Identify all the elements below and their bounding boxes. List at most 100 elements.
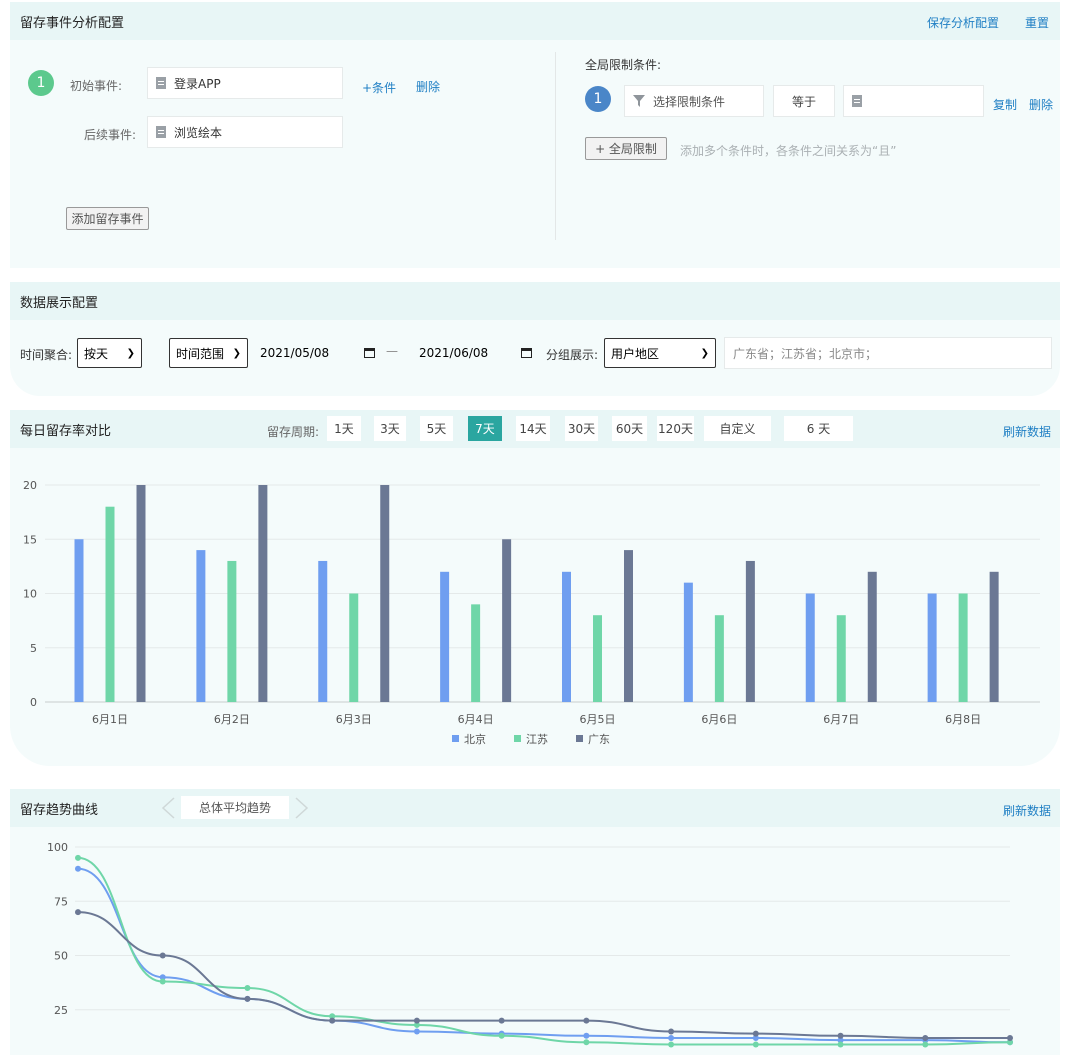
chevron-down-icon: ❯: [126, 347, 135, 359]
period-custom-button[interactable]: 自定义: [704, 416, 771, 441]
refresh-daily-link[interactable]: 刷新数据: [1003, 423, 1051, 440]
trend-point: [668, 1041, 675, 1048]
trend-point: [498, 1017, 505, 1024]
bar-江苏: [958, 593, 968, 702]
x-tick-label: 6月4日: [458, 713, 494, 726]
bar-广东: [258, 485, 268, 702]
bar-北京: [927, 593, 937, 702]
y-tick-label: 0: [30, 696, 37, 709]
trend-point: [837, 1041, 844, 1048]
reset-link[interactable]: 重置: [1025, 14, 1049, 31]
time-agg-label: 时间聚合:: [20, 348, 73, 362]
period-1d-button[interactable]: 1天: [327, 416, 361, 441]
time-agg-select[interactable]: 按天 ❯: [77, 338, 142, 368]
trend-point: [583, 1032, 590, 1039]
trend-point: [922, 1034, 929, 1041]
delete-event-link[interactable]: 删除: [416, 78, 440, 95]
bar-北京: [196, 550, 206, 702]
legend-swatch: [514, 735, 521, 742]
trend-point: [413, 1017, 420, 1024]
save-config-link[interactable]: 保存分析配置: [927, 14, 999, 31]
legend-label: 北京: [464, 732, 486, 746]
next-arrow-icon[interactable]: [292, 797, 310, 819]
bar-广东: [136, 485, 146, 702]
trend-selector[interactable]: 总体平均趋势: [181, 796, 289, 819]
period-3d-button[interactable]: 3天: [374, 416, 406, 441]
bar-广东: [867, 571, 877, 702]
copy-condition-link[interactable]: 复制: [993, 96, 1017, 113]
x-tick-label: 6月7日: [823, 713, 859, 726]
operator-select[interactable]: 等于: [773, 85, 835, 117]
end-date-input[interactable]: 2021/06/08: [419, 338, 532, 368]
bar-江苏: [471, 604, 481, 702]
range-select-value: 时间范围: [176, 346, 225, 361]
y-tick-label: 100: [47, 841, 68, 854]
initial-event-value: 登录APP: [174, 76, 221, 91]
trend-point: [75, 909, 81, 916]
group-select[interactable]: 用户地区 ❯: [604, 338, 716, 368]
trend-point: [244, 995, 251, 1002]
range-select[interactable]: 时间范围 ❯: [169, 338, 248, 368]
y-tick-label: 25: [54, 1004, 68, 1017]
x-tick-label: 6月2日: [214, 713, 250, 726]
prev-arrow-icon[interactable]: [160, 797, 178, 819]
config-title: 留存事件分析配置: [20, 15, 125, 31]
initial-event-field[interactable]: 登录APP: [147, 67, 343, 99]
global-step-badge: 1: [585, 86, 611, 112]
condition-value-field[interactable]: [843, 85, 984, 117]
legend-label: 江苏: [526, 733, 548, 746]
trend-point: [668, 1028, 675, 1035]
trend-point: [75, 865, 81, 872]
y-tick-label: 15: [23, 533, 37, 546]
group-label: 分组展示:: [546, 348, 599, 362]
refresh-trend-link[interactable]: 刷新数据: [1003, 802, 1051, 819]
date-separator: —: [386, 344, 398, 358]
add-condition-link[interactable]: +条件: [362, 79, 396, 96]
y-tick-label: 50: [54, 950, 68, 963]
calendar-icon[interactable]: [364, 348, 375, 358]
bar-广东: [502, 539, 512, 702]
bar-江苏: [593, 615, 602, 702]
x-tick-label: 6月1日: [92, 713, 128, 726]
legend-swatch: [452, 735, 459, 742]
trend-point: [583, 1017, 590, 1024]
delete-condition-link[interactable]: 删除: [1029, 96, 1053, 113]
custom-days-input[interactable]: 6 天: [784, 416, 853, 441]
bar-北京: [440, 571, 450, 702]
trend-point: [668, 1034, 675, 1041]
chevron-down-icon: ❯: [232, 347, 241, 359]
add-global-limit-button[interactable]: + 全局限制: [585, 137, 667, 160]
x-tick-label: 6月5日: [580, 713, 616, 726]
period-7d-button[interactable]: 7天: [468, 416, 502, 441]
time-agg-value: 按天: [84, 346, 109, 361]
followup-event-label: 后续事件:: [84, 128, 137, 142]
x-tick-label: 6月6日: [701, 713, 737, 726]
bar-广东: [380, 485, 390, 702]
y-tick-label: 20: [23, 479, 37, 492]
trend-point: [329, 1017, 336, 1024]
group-items-field[interactable]: 广东省；江苏省；北京市；: [724, 337, 1052, 369]
bar-江苏: [105, 506, 115, 702]
period-label: 留存周期:: [267, 425, 320, 439]
period-60d-button[interactable]: 60天: [612, 416, 647, 441]
document-icon: [852, 95, 862, 107]
period-14d-button[interactable]: 14天: [516, 416, 550, 441]
period-5d-button[interactable]: 5天: [420, 416, 453, 441]
display-title: 数据展示配置: [20, 295, 99, 311]
config-header: 留存事件分析配置 保存分析配置 重置: [10, 2, 1060, 40]
global-conditions-title: 全局限制条件:: [585, 58, 662, 72]
period-30d-button[interactable]: 30天: [565, 416, 598, 441]
followup-event-field[interactable]: 浏览绘本: [147, 116, 343, 148]
select-condition-field[interactable]: 选择限制条件: [624, 85, 764, 117]
daily-retention-bar-chart: 0 5 10 15 20 6月1日 6月2日 6月3日 6月4日 6月5日 6月6日 6月7日 6月8日…: [23, 479, 1040, 746]
bar-江苏: [836, 615, 846, 702]
calendar-icon[interactable]: [521, 348, 532, 358]
initial-event-label: 初始事件:: [70, 79, 123, 93]
period-120d-button[interactable]: 120天: [657, 416, 694, 441]
bar-广东: [624, 550, 633, 702]
start-date-input[interactable]: 2021/05/08: [260, 338, 375, 368]
legend-swatch: [576, 735, 583, 742]
trend-point: [837, 1032, 844, 1039]
add-retention-event-button[interactable]: 添加留存事件: [66, 207, 149, 230]
bar-广东: [745, 560, 755, 702]
